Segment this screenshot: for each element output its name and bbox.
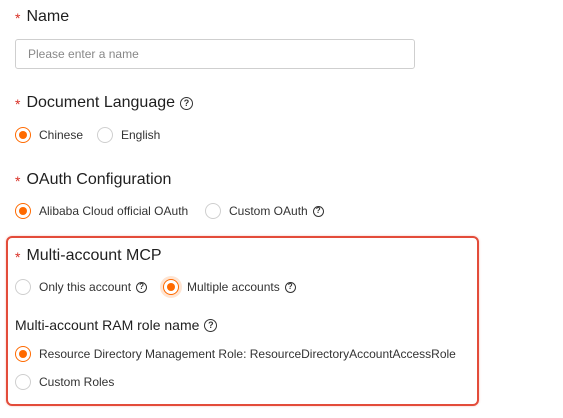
radio-label: Chinese: [39, 128, 84, 142]
name-label: Name: [26, 8, 70, 25]
radio-label: Custom Roles: [39, 375, 115, 389]
radio-option-chinese[interactable]: Chinese: [15, 127, 83, 143]
radio-unselected-icon[interactable]: [15, 279, 31, 295]
help-icon[interactable]: ?: [312, 205, 324, 217]
required-mark: *: [15, 249, 21, 265]
multi-account-label: Multi-account MCP: [26, 247, 162, 264]
ram-role-label-row: Multi-account RAM role name ?: [15, 317, 218, 333]
oauth-field-label: * OAuth Configuration: [15, 171, 171, 189]
oauth-label: OAuth Configuration: [26, 171, 172, 188]
radio-unselected-icon[interactable]: [15, 374, 31, 390]
name-input-placeholder: Please enter a name: [28, 47, 139, 61]
required-mark: *: [15, 173, 21, 189]
name-field-label: * Name: [15, 8, 69, 26]
radio-label: Resource Directory Management Role: Reso…: [39, 347, 456, 361]
radio-selected-icon[interactable]: [15, 127, 31, 143]
help-icon[interactable]: ?: [284, 281, 296, 293]
radio-label: Custom OAuth: [229, 204, 308, 218]
help-icon[interactable]: ?: [136, 281, 148, 293]
radio-option-alibaba-oauth[interactable]: Alibaba Cloud official OAuth: [15, 203, 188, 219]
radio-selected-icon[interactable]: [15, 346, 31, 362]
radio-option-custom-roles[interactable]: Custom Roles: [15, 374, 114, 390]
doc-language-label: Document Language: [26, 94, 176, 111]
ram-role-label: Multi-account RAM role name: [15, 317, 200, 333]
radio-unselected-icon[interactable]: [205, 203, 221, 219]
help-icon[interactable]: ?: [204, 318, 218, 332]
radio-option-english[interactable]: English: [97, 127, 160, 143]
required-mark: *: [15, 10, 21, 26]
radio-option-resource-directory-role[interactable]: Resource Directory Management Role: Reso…: [15, 346, 456, 362]
name-input[interactable]: Please enter a name: [15, 39, 415, 69]
help-icon[interactable]: ?: [180, 96, 194, 110]
multi-account-field-label: * Multi-account MCP: [15, 247, 162, 265]
radio-selected-icon[interactable]: [163, 279, 179, 295]
radio-label: Only this account: [39, 280, 132, 294]
radio-option-multiple-accounts[interactable]: Multiple accounts ?: [163, 279, 296, 295]
radio-label: Alibaba Cloud official OAuth: [39, 204, 189, 218]
radio-label: Multiple accounts: [187, 280, 280, 294]
required-mark: *: [15, 96, 21, 112]
radio-option-only-this-account[interactable]: Only this account ?: [15, 279, 148, 295]
doc-language-field-label: * Document Language ?: [15, 94, 194, 112]
radio-selected-icon[interactable]: [15, 203, 31, 219]
radio-option-custom-oauth[interactable]: Custom OAuth ?: [205, 203, 324, 219]
radio-label: English: [121, 128, 161, 142]
radio-unselected-icon[interactable]: [97, 127, 113, 143]
